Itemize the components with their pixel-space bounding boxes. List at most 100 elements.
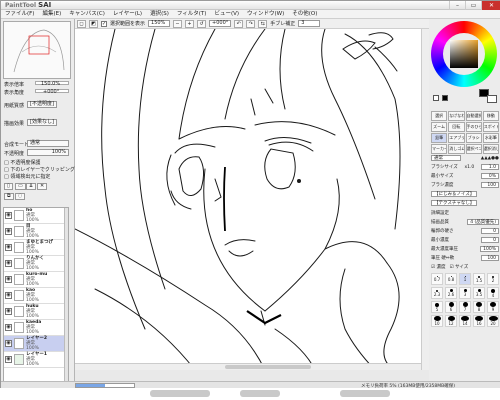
tool-pencil[interactable]: 鉛筆 <box>431 133 448 143</box>
visibility-eye-icon[interactable]: ◉ <box>5 212 12 219</box>
blend-mode-select[interactable]: 通常 <box>27 140 69 147</box>
copy-layer-icon[interactable]: ⧉ <box>4 193 14 200</box>
layer-row[interactable]: ◉ huku 通常 100% <box>4 304 68 320</box>
merge-down-icon[interactable]: ⇊ <box>26 183 37 190</box>
size-preset[interactable]: 3 <box>459 287 471 299</box>
swap-colors-icon[interactable] <box>433 95 439 101</box>
minimize-icon[interactable]: – <box>449 1 465 10</box>
maximize-icon[interactable]: ▭ <box>465 1 481 10</box>
zoom-out-button[interactable]: − <box>173 19 183 28</box>
size-preset[interactable]: 1.5 <box>473 273 485 285</box>
quality-select[interactable]: 4 (品質優先) <box>467 219 499 225</box>
opacity-slider[interactable]: 100% <box>27 149 69 156</box>
zoom-reset-button[interactable]: ↺ <box>197 19 207 28</box>
brush-size-multiplier[interactable]: x1.0 <box>464 164 474 171</box>
layer-row[interactable]: ◉ レイヤー1 通常 100% <box>4 352 68 368</box>
size-preset[interactable]: 3.5 <box>473 287 485 299</box>
size-preset[interactable]: 5 <box>431 301 443 313</box>
preserve-opacity-checkbox[interactable]: □ 不透明度保護 <box>4 159 40 166</box>
menu-canvas[interactable]: キャンバス(C) <box>65 10 109 18</box>
secondary-color-swatch[interactable] <box>487 95 497 103</box>
size-preset[interactable]: 2 <box>487 273 499 285</box>
clear-layer-icon[interactable]: ◌ <box>15 193 26 200</box>
layer-row-selected[interactable]: ◉ レイヤー2 通常 100% <box>4 336 68 352</box>
size-preset[interactable]: 10 <box>431 315 443 327</box>
size-preset[interactable]: 14 <box>459 315 471 327</box>
menu-edit[interactable]: 編集(E) <box>38 10 65 18</box>
clipping-checkbox[interactable]: □ 下のレイヤーでクリッピング <box>4 166 75 173</box>
horizontal-scrollbar[interactable] <box>75 363 421 370</box>
drawing-canvas[interactable] <box>75 29 429 370</box>
layer-row[interactable]: ◉ りんかく 通常 100% <box>4 256 68 272</box>
close-icon[interactable]: ✕ <box>481 1 500 10</box>
brush-density-value[interactable]: 100 <box>481 182 499 188</box>
taskbar-item[interactable] <box>340 390 390 397</box>
pressure-density-checkbox[interactable]: ☑ 濃度 <box>431 264 445 271</box>
reset-colors-icon[interactable] <box>442 95 448 101</box>
brush-size-value[interactable]: 1.0 <box>480 164 499 170</box>
visibility-eye-icon[interactable]: ◉ <box>5 244 12 251</box>
brush-mode-select[interactable]: 通常 <box>431 155 461 161</box>
size-preset[interactable]: 20 <box>487 315 499 327</box>
visibility-eye-icon[interactable]: ◉ <box>5 356 12 363</box>
size-preset[interactable]: 0.8 <box>445 273 457 285</box>
color-wheel[interactable] <box>431 21 497 87</box>
menu-file[interactable]: ファイル(F) <box>1 10 38 18</box>
paper-texture-button[interactable]: [不透明度] <box>27 101 57 108</box>
min-size-value[interactable]: 0% <box>481 173 499 179</box>
vertical-scrollbar[interactable] <box>421 29 429 370</box>
layer-row[interactable]: ◉ 目通常 100% <box>4 224 68 240</box>
deselect-button[interactable]: ◻ <box>77 19 86 28</box>
taskbar-item[interactable] <box>240 390 280 397</box>
tool-select-pen[interactable]: 選択ペン <box>465 144 482 154</box>
size-preset[interactable]: 8 <box>473 301 485 313</box>
title-bar[interactable]: PaintTool SAI – ▭ ✕ <box>1 1 500 10</box>
size-preset[interactable]: 9 <box>487 301 499 313</box>
pressure-value[interactable]: 100 <box>481 255 499 261</box>
pressure-size-checkbox[interactable]: ☑ サイズ <box>449 264 468 271</box>
tool-select-eraser[interactable]: 選択消し <box>482 144 499 154</box>
show-selection-checkbox[interactable]: ✓ <box>101 20 107 27</box>
zoom-field[interactable]: 150% <box>148 20 171 27</box>
tool-brush[interactable]: ブラシ <box>465 133 482 143</box>
tool-magic-wand[interactable]: 自動選択 <box>465 111 482 121</box>
menu-layer[interactable]: レイヤー(L) <box>109 10 146 18</box>
horizontal-scroll-thumb[interactable] <box>225 365 311 369</box>
tool-lasso[interactable]: なげなわ <box>448 111 465 121</box>
visibility-eye-icon[interactable]: ◉ <box>5 292 12 299</box>
detail-settings-row[interactable]: 詳細設定 <box>431 210 499 217</box>
flip-button[interactable]: ⇆ <box>258 19 268 28</box>
layer-row[interactable]: ◉ まゆとまつげ 通常 100% <box>4 240 68 256</box>
visibility-eye-icon[interactable]: ◉ <box>5 308 12 315</box>
menu-other[interactable]: その他(O) <box>288 10 321 18</box>
size-preset[interactable]: 2.6 <box>445 287 457 299</box>
tool-hand[interactable]: 手のひら <box>465 122 482 132</box>
visibility-eye-icon[interactable]: ◉ <box>5 340 12 347</box>
tool-rotate[interactable]: 回転 <box>448 122 465 132</box>
tool-zoom[interactable]: ズーム <box>431 122 448 132</box>
region-source-checkbox[interactable]: □ 領域検出元に指定 <box>4 173 50 180</box>
tool-eyedropper[interactable]: スポイト <box>482 122 499 132</box>
delete-layer-icon[interactable]: ✕ <box>37 183 48 190</box>
saturation-value-square[interactable] <box>450 40 478 68</box>
edge-hardness-value[interactable]: 0 <box>481 228 499 234</box>
zoom-in-button[interactable]: + <box>185 19 195 28</box>
visibility-eye-icon[interactable]: ◉ <box>5 324 12 331</box>
taskbar-item[interactable] <box>150 390 210 397</box>
layer-row[interactable]: ◉ ho 通常 100% <box>4 208 68 224</box>
min-density-value[interactable]: 0 <box>481 237 499 243</box>
size-preset-selected[interactable]: 1 <box>459 273 471 285</box>
brush-shape-select[interactable]: 【にじみ＆ノイズ】 <box>431 191 478 197</box>
layer-row[interactable]: ◉ kuro-mu 通常 100% <box>4 272 68 288</box>
tool-marker[interactable]: マーカー <box>431 144 448 154</box>
stabilizer-field[interactable]: 3 <box>298 20 321 27</box>
size-preset[interactable]: 0.7 <box>431 273 443 285</box>
visibility-eye-icon[interactable]: ◉ <box>5 228 12 235</box>
layer-row[interactable]: ◉ kaeda 通常 100% <box>4 320 68 336</box>
rotate-right-button[interactable]: ↷ <box>246 19 256 28</box>
size-preset[interactable]: 7 <box>459 301 471 313</box>
tool-select[interactable]: 選択 <box>431 111 448 121</box>
max-density-value[interactable]: 100% <box>480 246 499 252</box>
tool-airbrush[interactable]: エアブラシ <box>448 133 465 143</box>
menu-select[interactable]: 選択(S) <box>146 10 173 18</box>
